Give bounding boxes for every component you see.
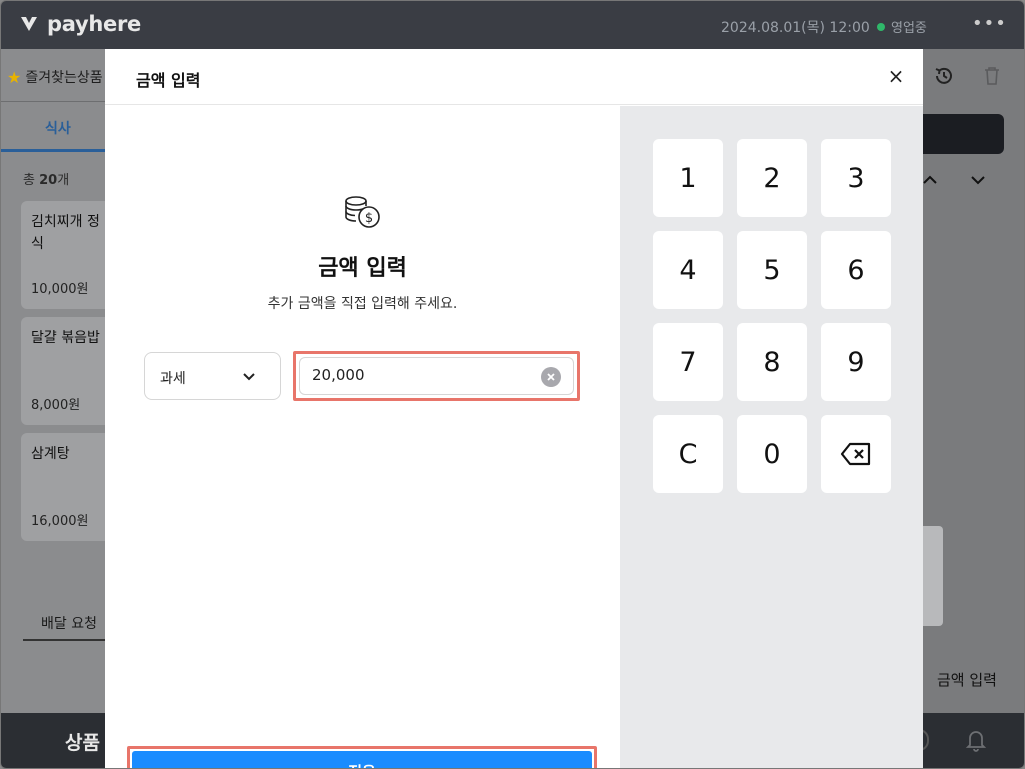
menu-name: 달걀 볶음밥 bbox=[31, 330, 100, 346]
dark-action-button[interactable] bbox=[923, 114, 1004, 154]
amount-field-highlight bbox=[293, 351, 580, 401]
key-6[interactable]: 6 bbox=[821, 231, 891, 309]
favorites-tab[interactable]: ★ 즐겨찾는상품 bbox=[7, 67, 103, 87]
menu-price: 8,000원 bbox=[31, 398, 81, 413]
close-icon[interactable]: × bbox=[886, 64, 906, 88]
apply-button-highlight: 적용 bbox=[127, 746, 597, 768]
chevron-down-icon[interactable] bbox=[969, 171, 987, 189]
tab-meal[interactable]: 식사 bbox=[45, 118, 71, 138]
key-9[interactable]: 9 bbox=[821, 323, 891, 401]
total-count: 총 20개 bbox=[23, 173, 70, 188]
key-3[interactable]: 3 bbox=[821, 139, 891, 217]
bottom-products-label[interactable]: 상품 bbox=[65, 728, 100, 755]
menu-card[interactable]: 삼계탕 16,000원 bbox=[21, 433, 105, 541]
amount-input-button[interactable]: 금액 입력 bbox=[937, 669, 997, 690]
delivery-request-tab[interactable]: 배달 요청 bbox=[41, 613, 97, 633]
key-7[interactable]: 7 bbox=[653, 323, 723, 401]
menu-name: 김치찌개 정식 bbox=[31, 214, 100, 252]
amount-input-modal: 금액 입력 × $ 금액 입력 추가 금액을 직접 입력해 주세요. 과세 20… bbox=[105, 49, 923, 768]
tab-indicator bbox=[1, 149, 105, 152]
payhere-logo-icon bbox=[21, 17, 37, 31]
clear-icon[interactable] bbox=[541, 367, 561, 387]
top-bar: payhere 2024.08.01(목) 12:00 영업중 ••• bbox=[1, 1, 1024, 49]
numeric-keypad: 1 2 3 4 5 6 7 8 9 C 0 bbox=[620, 106, 923, 768]
status-label: 영업중 bbox=[891, 21, 927, 36]
modal-header-title: 금액 입력 bbox=[136, 71, 201, 90]
favorites-label: 즐겨찾는상품 bbox=[25, 70, 103, 86]
apply-button[interactable]: 적용 bbox=[132, 751, 592, 768]
tax-type-value: 과세 bbox=[160, 371, 186, 387]
bell-icon[interactable] bbox=[963, 727, 989, 753]
brand-logo: payhere bbox=[19, 12, 141, 36]
brand-name: payhere bbox=[47, 12, 141, 36]
modal-header: 금액 입력 × bbox=[105, 49, 923, 105]
menu-price: 16,000원 bbox=[31, 514, 89, 529]
menu-card[interactable]: 달걀 볶음밥 8,000원 bbox=[21, 317, 105, 425]
amount-subtitle: 추가 금액을 직접 입력해 주세요. bbox=[267, 296, 458, 312]
amount-form: $ 금액 입력 추가 금액을 직접 입력해 주세요. 과세 20,000 bbox=[105, 106, 620, 768]
status-dot-icon bbox=[877, 22, 885, 31]
amount-title: 금액 입력 bbox=[318, 256, 407, 281]
key-8[interactable]: 8 bbox=[737, 323, 807, 401]
backspace-icon bbox=[840, 442, 871, 466]
more-menu-icon[interactable]: ••• bbox=[972, 13, 1007, 34]
tax-type-select[interactable]: 과세 bbox=[144, 352, 281, 400]
amount-input[interactable] bbox=[312, 366, 532, 384]
chevron-down-icon bbox=[243, 373, 255, 381]
business-status: 영업중 bbox=[877, 17, 927, 36]
chevron-up-icon[interactable] bbox=[921, 171, 939, 189]
key-4[interactable]: 4 bbox=[653, 231, 723, 309]
amount-field bbox=[299, 357, 574, 395]
history-icon[interactable] bbox=[933, 65, 955, 87]
divider bbox=[1, 101, 105, 102]
menu-name: 삼계탕 bbox=[31, 446, 70, 462]
key-clear[interactable]: C bbox=[653, 415, 723, 493]
delivery-tab-indicator bbox=[23, 639, 105, 641]
key-0[interactable]: 0 bbox=[737, 415, 807, 493]
receipt-preview bbox=[923, 526, 943, 626]
coins-icon: $ bbox=[345, 196, 380, 228]
menu-card[interactable]: 김치찌개 정식 10,000원 bbox=[21, 201, 105, 309]
key-1[interactable]: 1 bbox=[653, 139, 723, 217]
star-icon: ★ bbox=[7, 67, 22, 87]
svg-text:$: $ bbox=[365, 211, 373, 226]
app-frame: payhere 2024.08.01(목) 12:00 영업중 ••• ★ 즐겨… bbox=[0, 0, 1025, 769]
current-datetime: 2024.08.01(목) 12:00 bbox=[721, 20, 870, 36]
trash-icon[interactable] bbox=[984, 66, 1000, 86]
key-2[interactable]: 2 bbox=[737, 139, 807, 217]
close-icon bbox=[547, 373, 555, 381]
backspace-key[interactable] bbox=[821, 415, 891, 493]
menu-price: 10,000원 bbox=[31, 282, 89, 297]
key-5[interactable]: 5 bbox=[737, 231, 807, 309]
